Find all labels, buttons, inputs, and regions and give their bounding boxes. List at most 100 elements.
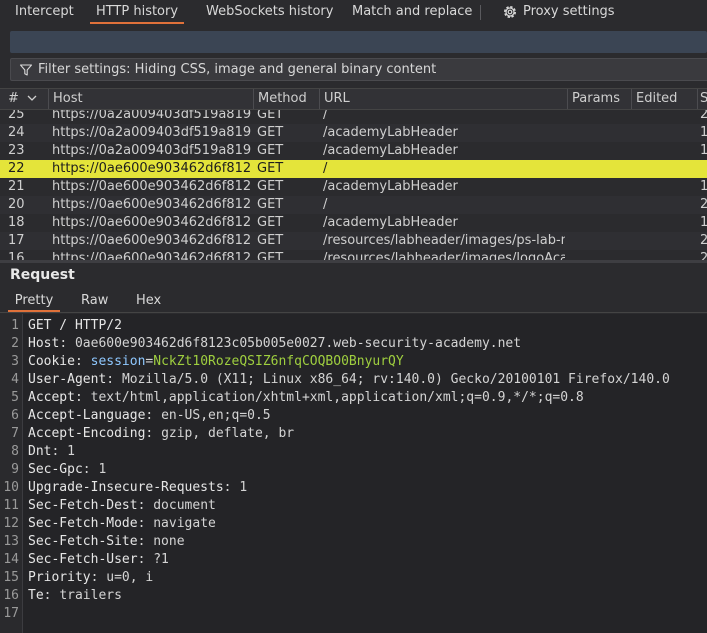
header-name: Sec-Fetch-Dest xyxy=(28,498,138,513)
header-name: GET / HTTP/2 xyxy=(28,318,122,333)
chevron-down-icon xyxy=(27,95,37,101)
table-row[interactable]: 24 https://0a2a009403df519a8191... GET/aca… xyxy=(0,124,707,142)
header-value: 1 xyxy=(239,480,248,495)
header-name: Sec-Fetch-Mode xyxy=(28,516,138,531)
header-name: Sec-Fetch-User xyxy=(28,552,138,567)
header-separator: : xyxy=(74,390,91,405)
history-table-body: 25 https://0a2a009403df519a8191... GET / 2 24… xyxy=(0,110,707,260)
tab-match-and-replace[interactable]: Match and replace xyxy=(352,0,472,24)
header-separator: : xyxy=(145,426,162,441)
filter-settings-text: Filter settings: Hiding CSS, image and g… xyxy=(38,62,437,77)
filter-settings-bar[interactable]: Filter settings: Hiding CSS, image and g… xyxy=(10,58,707,81)
cell-number: 20 xyxy=(8,197,25,212)
line-number: 1 xyxy=(11,318,19,333)
request-line: Accept: text/html,application/xhtml+xml,… xyxy=(28,389,707,407)
header-name: Sec-Fetch-Site xyxy=(28,534,138,549)
tab-proxy-settings[interactable]: Proxy settings xyxy=(523,0,615,24)
cell-method: GET xyxy=(257,233,284,248)
line-number: 13 xyxy=(3,534,19,549)
table-row[interactable]: 25 https://0a2a009403df519a8191... GET / 2 xyxy=(0,110,707,124)
header-separator: : xyxy=(137,516,154,531)
filter-icon xyxy=(19,64,33,76)
cell-url: /resources/labheader/images/ps-lab-no... xyxy=(323,233,565,248)
line-number: 15 xyxy=(3,570,19,585)
cell-method: GET xyxy=(257,125,284,140)
line-number: 8 xyxy=(11,444,19,459)
cell-number: 24 xyxy=(8,125,25,140)
line-number: 5 xyxy=(11,390,19,405)
header-value: 0ae600e903462d6f8123c05b005e0027.web-sec… xyxy=(74,336,522,351)
cell-status: 2 xyxy=(700,110,707,122)
line-number: 12 xyxy=(3,516,19,531)
cell-url: /academyLabHeader xyxy=(323,179,458,194)
cell-status: 2 xyxy=(700,251,707,260)
search-bar[interactable] xyxy=(10,31,707,53)
header-name: Upgrade-Insecure-Requests xyxy=(28,480,224,495)
cell-url: /academyLabHeader xyxy=(323,215,458,230)
column-header-edited[interactable]: Edited xyxy=(631,89,697,109)
table-row[interactable]: 20 https://0ae600e903462d6f8123... GET / 2 xyxy=(0,196,707,214)
header-separator: : xyxy=(106,372,122,387)
header-name: Te xyxy=(28,588,44,603)
tab-intercept[interactable]: Intercept xyxy=(15,0,74,24)
column-header-params[interactable]: Params xyxy=(567,89,631,109)
column-header-number-label: # xyxy=(8,91,19,106)
tab-hex[interactable]: Hex xyxy=(136,292,161,310)
line-number: 2 xyxy=(11,336,19,351)
gear-icon[interactable] xyxy=(502,4,518,20)
header-value: gzip, deflate, br xyxy=(161,426,295,441)
column-header-url[interactable]: URL xyxy=(319,89,567,109)
request-panel-title: Request xyxy=(10,267,75,283)
column-header-status[interactable]: S xyxy=(697,89,707,109)
header-separator: : xyxy=(137,534,154,549)
header-name: Sec-Gpc xyxy=(28,462,83,477)
tab-pretty[interactable]: Pretty xyxy=(8,292,60,312)
tab-raw[interactable]: Raw xyxy=(81,292,108,310)
cell-method: GET xyxy=(257,161,284,176)
cell-status: 1 xyxy=(700,215,707,230)
panel-divider[interactable] xyxy=(0,260,707,263)
request-line: Priority: u=0, i xyxy=(28,569,707,587)
table-row[interactable]: 23 https://0a2a009403df519a8191... GET/aca… xyxy=(0,142,707,160)
line-number: 10 xyxy=(3,480,19,495)
request-line: Dnt: 1 xyxy=(28,443,707,461)
cell-status: 1 xyxy=(700,125,707,140)
request-line: User-Agent: Mozilla/5.0 (X11; Linux x86_… xyxy=(28,371,707,389)
header-separator: : xyxy=(137,552,154,567)
table-row[interactable]: 21 https://0ae600e903462d6f8123... GET/aca… xyxy=(0,178,707,196)
table-row[interactable]: 18 https://0ae600e903462d6f8123... GET/aca… xyxy=(0,214,707,232)
table-row[interactable]: 22 https://0ae600e903462d6f8123... GET / xyxy=(0,160,707,178)
header-name: Cookie xyxy=(28,354,75,369)
header-separator: : xyxy=(223,480,240,495)
request-editor[interactable]: 1 2 3 4 5 6 7 8 9 10 11 12 13 14 15 16 17 GET / HTTP/2 Ho… xyxy=(0,314,707,633)
cell-status: 1 xyxy=(700,143,707,158)
header-value: none xyxy=(153,534,185,549)
cell-number: 21 xyxy=(8,179,25,194)
cell-method: GET xyxy=(257,197,284,212)
header-value: document xyxy=(153,498,216,513)
header-value: en-US,en;q=0.5 xyxy=(161,408,271,423)
line-number: 3 xyxy=(11,354,19,369)
table-row[interactable]: 17 https://0ae600e903462d6f8123... GET/res… xyxy=(0,232,707,250)
cell-method: GET xyxy=(257,251,284,260)
column-header-method[interactable]: Method xyxy=(253,89,319,109)
request-line: Upgrade-Insecure-Requests: 1 xyxy=(28,479,707,497)
history-table-header: # Host Method URL Params Edited S xyxy=(0,88,707,110)
line-number: 9 xyxy=(11,462,19,477)
tab-underline-divider xyxy=(0,312,707,313)
column-header-host[interactable]: Host xyxy=(48,89,253,109)
request-line xyxy=(28,605,707,623)
line-number: 4 xyxy=(11,372,19,387)
header-value: trailers xyxy=(59,588,122,603)
tab-websockets-history[interactable]: WebSockets history xyxy=(206,0,333,24)
header-value: u=0, i xyxy=(106,570,154,585)
cell-method: GET xyxy=(257,143,284,158)
cell-url: / xyxy=(323,197,328,212)
table-row[interactable]: 16 https://0ae600e903462d6f8123... GET/res… xyxy=(0,250,707,260)
tab-http-history[interactable]: HTTP history xyxy=(90,0,184,24)
column-header-number[interactable]: # xyxy=(0,89,48,109)
header-name: User-Agent xyxy=(28,372,107,387)
cell-url: / xyxy=(323,161,328,176)
request-line: Cookie: session=NckZt10RozeQSIZ6nfqCOQBO… xyxy=(28,353,707,371)
cell-url: / xyxy=(323,110,328,122)
